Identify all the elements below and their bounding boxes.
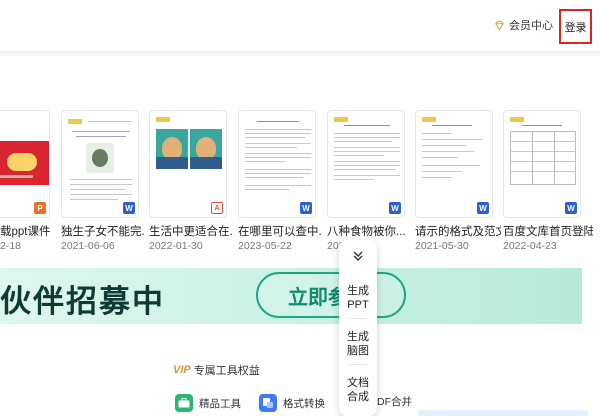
- diamond-icon: [495, 20, 504, 31]
- vip-center-label: 会员中心: [509, 20, 553, 32]
- doc-card-7[interactable]: W: [503, 110, 581, 218]
- doc-card-5[interactable]: W: [327, 110, 405, 218]
- doc-title[interactable]: 生活中更适合在...: [149, 223, 233, 239]
- divider: [349, 364, 367, 365]
- word-format-icon: W: [389, 202, 401, 214]
- collapse-button[interactable]: [339, 248, 377, 264]
- banner-headline: 伙伴招募中: [0, 284, 165, 319]
- doc-card-1[interactable]: P: [0, 110, 50, 218]
- tool-format-convert[interactable]: 格式转换: [259, 394, 325, 412]
- tool-boutique[interactable]: 精品工具: [175, 394, 241, 412]
- doc-title[interactable]: 请示的格式及范文: [415, 223, 501, 239]
- doc-card-3[interactable]: A: [149, 110, 227, 218]
- word-format-icon: W: [477, 202, 489, 214]
- divider: [349, 318, 367, 319]
- word-format-icon: W: [300, 202, 312, 214]
- tool-placeholder-strip: [418, 410, 588, 416]
- ppt-format-icon: P: [34, 202, 46, 214]
- doc-date: 2022-01-30: [149, 240, 203, 252]
- convert-icon: [259, 394, 277, 412]
- vip-tools-title: VIP 专属工具权益: [173, 362, 260, 378]
- toolbox-icon: [175, 394, 193, 412]
- login-button[interactable]: 登录: [559, 9, 592, 44]
- doc-compose-button[interactable]: 文档 合成: [339, 376, 377, 404]
- generate-mindmap-button[interactable]: 生成 脑图: [339, 330, 377, 358]
- floating-tools-menu: 生成 PPT 生成 脑图 文档 合成: [339, 240, 377, 416]
- doc-date: 2022-04-23: [503, 240, 557, 252]
- doc-title[interactable]: 载ppt课件: [0, 223, 56, 239]
- vip-center-link[interactable]: 会员中心: [494, 17, 553, 33]
- doc-title[interactable]: 八种食物被你...: [327, 223, 411, 239]
- word-format-icon: W: [565, 202, 577, 214]
- doc-title[interactable]: 在哪里可以查中...: [238, 223, 322, 239]
- join-now-button[interactable]: 立即参 ›: [256, 272, 406, 318]
- doc-card-2[interactable]: W: [61, 110, 139, 218]
- word-format-icon: W: [123, 202, 135, 214]
- double-chevron-down-icon: [353, 251, 363, 261]
- doc-date: 2023-05-22: [238, 240, 292, 252]
- doc-date: 2021-05-30: [415, 240, 469, 252]
- doc-date: 2021-06-06: [61, 240, 115, 252]
- doc-title[interactable]: 独生子女不能完...: [61, 223, 145, 239]
- doc-card-4[interactable]: W: [238, 110, 316, 218]
- doc-card-6[interactable]: W: [415, 110, 493, 218]
- generate-ppt-button[interactable]: 生成 PPT: [339, 284, 377, 312]
- tool-label: DF合并: [377, 396, 412, 408]
- vip-tools-title-text: 专属工具权益: [193, 365, 260, 377]
- tool-label: 精品工具: [199, 397, 241, 410]
- vip-logo-icon: VIP: [173, 364, 191, 376]
- pdf-format-icon: A: [211, 202, 223, 214]
- tool-label: 格式转换: [283, 397, 325, 410]
- tool-pdf-merge[interactable]: DF合并: [377, 394, 412, 409]
- doc-title[interactable]: 百度文库首页登陆: [503, 223, 593, 239]
- doc-date: 2-18: [0, 240, 22, 252]
